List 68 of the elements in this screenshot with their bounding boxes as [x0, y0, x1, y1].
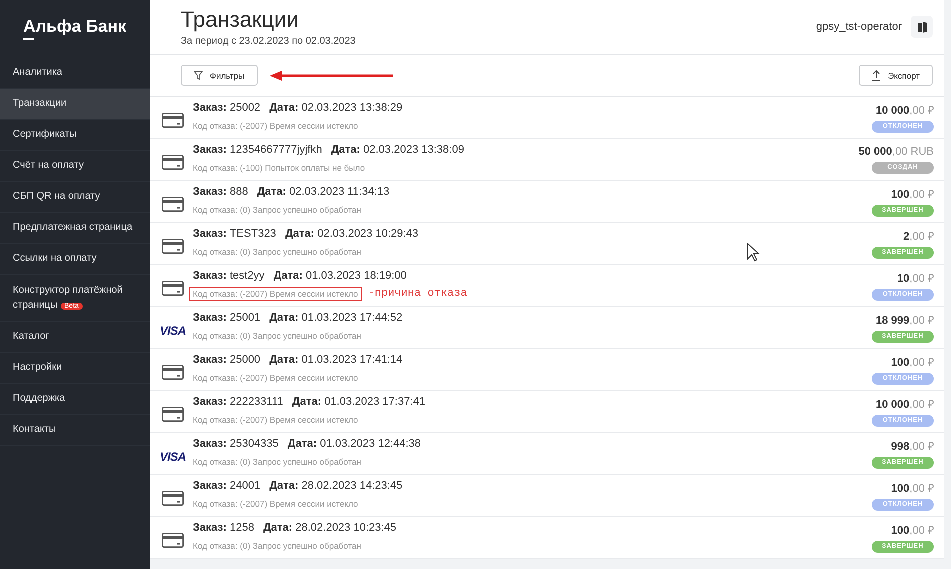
order-date: Дата: 02.03.2023 13:38:29 [270, 102, 403, 114]
order-date: Дата: 28.02.2023 14:23:45 [270, 480, 403, 492]
order-date: Дата: 28.02.2023 10:23:45 [263, 522, 397, 534]
card-icon [162, 533, 184, 548]
amount: 100,00 ₽ [891, 482, 934, 495]
card-icon [162, 197, 184, 212]
decline-reason: Код отказа: (-2007) Время сессии истекло [192, 372, 360, 385]
card-icon [162, 239, 184, 254]
order-date: Дата: 02.03.2023 11:34:13 [257, 186, 390, 198]
logout-icon [918, 22, 926, 32]
decline-reason: Код отказа: (0) Запрос успешно обработан [192, 330, 362, 343]
order-date: Дата: 01.03.2023 12:44:38 [288, 438, 422, 450]
amount: 10 000,00 ₽ [876, 104, 934, 117]
filters-button[interactable]: Фильтры [181, 65, 258, 86]
bank-logo: Альфа Банк [23, 16, 127, 40]
order-number: Заказ: 25001 [193, 312, 261, 324]
decline-reason: Код отказа: (-100) Попыток оплаты не было [192, 162, 366, 175]
decline-reason: Код отказа: (-2007) Время сессии истекло [192, 120, 360, 133]
page-title: Транзакции [181, 7, 300, 33]
order-number: Заказ: 24001 [193, 480, 261, 492]
amount: 100,00 ₽ [891, 188, 934, 201]
order-number: Заказ: TEST323 [193, 228, 276, 240]
decline-reason: Код отказа: (-2007) Время сессии истекло [189, 287, 362, 301]
filter-icon [194, 71, 203, 80]
order-number: Заказ: 888 [193, 186, 248, 198]
amount: 998,00 ₽ [891, 440, 934, 453]
cursor-icon [747, 243, 760, 262]
card-icon [162, 491, 184, 506]
order-number: Заказ: test2yy [193, 270, 265, 282]
amount: 2,00 ₽ [904, 230, 934, 243]
decline-reason: Код отказа: (0) Запрос успешно обработан [192, 456, 362, 469]
order-number: Заказ: 25304335 [193, 438, 279, 450]
order-date: Дата: 02.03.2023 13:38:09 [331, 144, 464, 156]
card-icon [162, 407, 184, 422]
amount: 10,00 ₽ [897, 272, 934, 285]
decline-reason: Код отказа: (0) Запрос успешно обработан [192, 246, 362, 259]
order-number: Заказ: 12354667777jyjfkh [193, 144, 322, 156]
card-icon [162, 281, 184, 296]
logout-button[interactable] [911, 16, 933, 38]
card-icon [162, 113, 184, 128]
order-number: Заказ: 25000 [193, 354, 261, 366]
amount: 100,00 ₽ [891, 356, 934, 369]
decline-reason: Код отказа: (-2007) Время сессии истекло [192, 414, 360, 427]
order-date: Дата: 02.03.2023 10:29:43 [285, 228, 419, 240]
order-date: Дата: 01.03.2023 18:19:00 [274, 270, 407, 282]
decline-reason: Код отказа: (-2007) Время сессии истекло [192, 498, 360, 511]
card-icon [162, 155, 184, 170]
annotation-text: -причина отказа [368, 288, 468, 300]
amount: 10 000,00 ₽ [876, 398, 934, 411]
amount: 50 000,00 RUB [858, 146, 934, 158]
amount: 18 999,00 ₽ [876, 314, 934, 327]
order-number: Заказ: 1258 [193, 522, 254, 534]
decline-reason: Код отказа: (0) Запрос успешно обработан [192, 204, 362, 217]
decline-reason: Код отказа: (0) Запрос успешно обработан [192, 540, 362, 553]
order-number: Заказ: 222233111 [193, 396, 284, 408]
user-name: gpsy_tst-operator [816, 21, 902, 33]
sidebar-item[interactable]: Транзакции [0, 89, 150, 120]
visa-logo: VISA [160, 324, 186, 338]
export-button[interactable]: Экспорт [859, 65, 933, 86]
order-date: Дата: 01.03.2023 17:41:14 [270, 354, 403, 366]
upload-icon [872, 70, 882, 81]
order-date: Дата: 01.03.2023 17:37:41 [292, 396, 426, 408]
order-number: Заказ: 25002 [193, 102, 261, 114]
amount: 100,00 ₽ [891, 524, 934, 537]
period-text: За период с 23.02.2023 по 02.03.2023 [181, 36, 357, 47]
card-icon [162, 365, 184, 380]
order-date: Дата: 01.03.2023 17:44:52 [270, 312, 403, 324]
visa-logo: VISA [160, 450, 186, 464]
